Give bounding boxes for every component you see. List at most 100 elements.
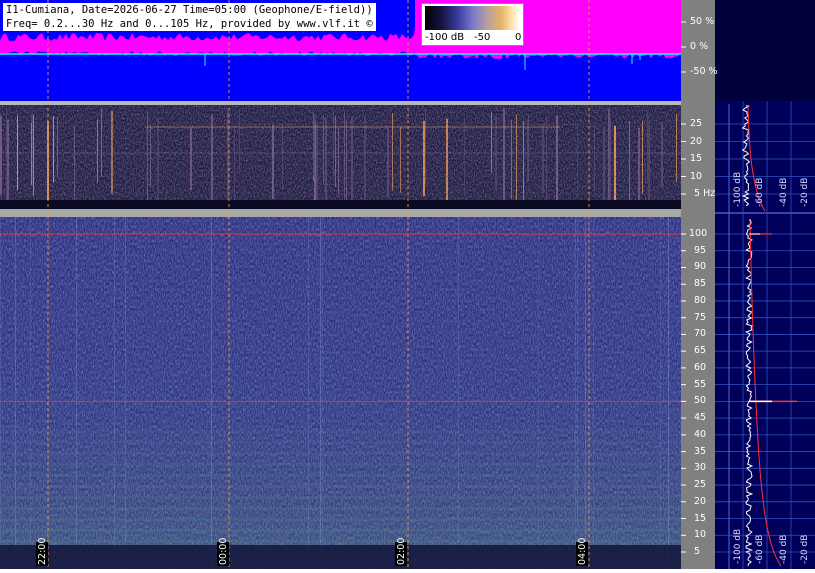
main-tick-label: 35 [694,445,707,457]
lf-streak [503,108,505,201]
harmonic-band [0,507,681,510]
main-tick-label: 80 [694,294,707,306]
main-tick-label: 100 [689,228,708,239]
lf-streak [323,114,324,185]
lf-streak [234,126,235,206]
vertical-streak [660,217,661,569]
main-tick-label: 75 [694,311,707,323]
lf-streak [111,110,113,194]
lf-streak [364,117,366,205]
lf-streak [400,126,401,193]
harmonic-band [0,474,681,477]
main-tick-label: 60 [694,361,707,373]
amp-tick-label: 50 % [690,16,715,27]
lf-streak [57,117,58,178]
lf-streak [7,119,9,212]
lf-streak [282,123,283,190]
lf-streak [53,116,54,183]
main-spectrogram-texture [0,217,681,569]
lf-streak [31,122,32,186]
main-tick-label: 45 [694,412,707,424]
spectrum-db-label: -20 dB [800,534,810,564]
lf-streak [392,113,393,191]
lf-streak [325,117,327,207]
time-label-box: 04:00 [576,538,588,566]
spectrum-db-label: -40 dB [779,534,789,564]
vertical-streak [575,217,576,569]
lf-streak [0,115,2,196]
lf-streak [423,121,425,197]
main-tick-label: 15 [694,512,707,524]
vertical-streak [125,217,126,569]
harmonic-band [0,463,681,466]
lf-streak [556,115,558,213]
lf-streak [344,112,345,208]
lf-streak [523,120,524,205]
lf-streak [6,108,7,203]
colorbar: -100 dB -50 0 [421,3,524,46]
harmonic-band [0,485,681,488]
lf-tick-label: 10 [690,170,703,182]
vertical-streak [320,217,321,569]
main-tick-label: 30 [694,462,707,474]
lf-streak [333,110,334,178]
harmonic-band [0,518,681,521]
time-label: 04:00 [577,537,588,565]
spectrum-db-label: -40 dB [779,177,789,207]
harmonic-band [0,452,681,455]
lf-tick-label: 20 [690,135,703,147]
lf-streak [157,117,159,201]
spectrum-db-label: -60 dB [755,177,765,207]
lf-streak [546,116,547,215]
lf-tick-label: 15 [690,153,703,164]
vertical-streak [76,217,77,569]
harmonic-band [0,441,681,444]
main-tick-label: 55 [694,378,707,390]
lf-streak [527,120,528,182]
lf-streak [338,127,339,195]
harmonic-band [0,496,681,499]
main-tick-label: 95 [694,244,707,256]
separator-mid [0,209,681,217]
main-tick-label: 65 [694,345,707,357]
header-title: I1-Cumiana, Date=2026-06-27 Time=05:00 (… [3,3,376,17]
lf-tick-label: 25 [690,118,703,129]
lf-streak [33,114,34,196]
lf-streak [425,108,426,185]
lf-tick-label: 5 Hz [694,188,716,199]
main-tick-label: 40 [694,428,707,440]
vertical-streak [577,217,578,569]
lf-streak [642,120,643,194]
vlf-plot: I1-Cumiana, Date=2026-06-27 Time=05:00 (… [0,0,815,569]
lf-streak [661,122,663,188]
spectrum-db-label: -100 dB [733,528,743,564]
spectrum-db-label: -20 dB [800,177,810,207]
vertical-streak [322,217,323,569]
main-tick-label: 70 [694,328,707,340]
lf-streak [272,124,274,200]
lf-streak [211,114,213,210]
lf-streak [511,119,512,200]
time-label-box: 02:00 [395,538,407,566]
lf-streak [313,114,315,177]
spectrogram-figure [0,0,815,569]
main-tick-label: 25 [694,479,707,491]
lf-streak [577,122,578,199]
time-label-box: 00:00 [217,538,229,566]
lf-bottom-band [0,200,681,209]
lf-streak [594,124,595,190]
vertical-streak [15,217,16,569]
vertical-streak [114,217,115,569]
main-tick-label: 20 [694,495,707,507]
vertical-streak [458,217,459,569]
vertical-streak [211,217,212,569]
colorbar-gradient [425,6,520,30]
low-freq-texture [0,105,681,209]
lf-streak [101,108,102,177]
vertical-streak [585,217,586,569]
time-label: 00:00 [218,537,229,565]
vertical-streak [308,217,309,569]
separator-top [0,101,681,105]
time-label: 02:00 [396,537,407,565]
lf-streak [649,120,650,206]
